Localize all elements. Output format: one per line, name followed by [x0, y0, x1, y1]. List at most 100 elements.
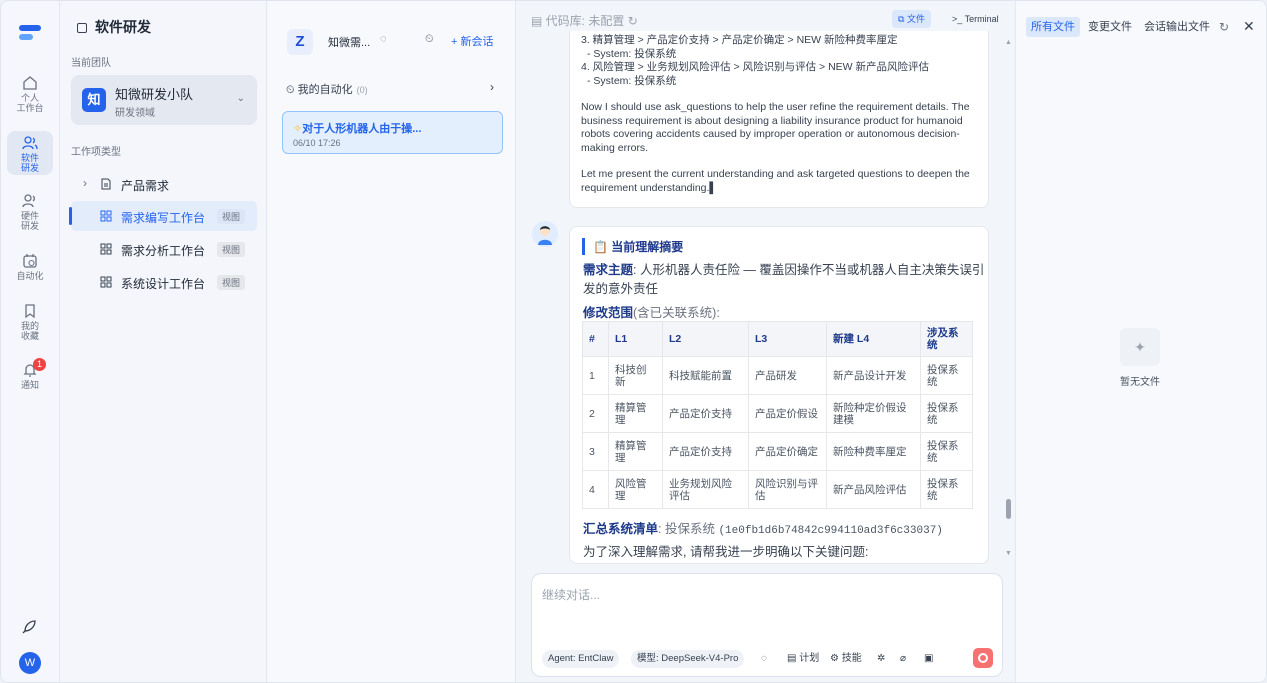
team-domain: 研发领域 — [115, 108, 155, 119]
chat-input[interactable] — [542, 586, 982, 604]
my-automation-link[interactable]: ⏲ 我的自动化 (0) — [286, 81, 368, 97]
message-line: Let me present the current understanding… — [581, 168, 970, 194]
grid-icon — [100, 210, 112, 222]
table-cell: 产品定价确定 — [748, 432, 827, 471]
table-header-row: # L1 L2 L3 新建 L4 涉及系统 — [582, 321, 973, 357]
rail-notifications[interactable]: 1 通知 — [7, 358, 53, 402]
empty-state-label: 暂无文件 — [1120, 377, 1160, 388]
assistant-reasoning-message: 3. 精算管理 > 产品定价支持 > 产品定价确定 > NEW 新险种费率厘定 … — [569, 31, 989, 208]
rail-label: 硬件 — [20, 211, 39, 221]
table-cell: 产品定价假设 — [748, 394, 827, 433]
agent-name[interactable]: 知微需... — [328, 34, 370, 50]
team-name: 知微研发小队 — [115, 87, 194, 102]
team-logo: 知 — [82, 88, 106, 112]
calendar-clock-icon[interactable]: ⏲ — [425, 33, 434, 46]
puzzle-icon: ⚙ — [830, 653, 842, 664]
file-toggle-button[interactable]: ⧉ 文件 — [892, 10, 931, 28]
rail-label: 我的 — [20, 321, 39, 331]
session-card-active[interactable]: ✧对于人形机器人由于操... 06/10 17:26 — [282, 111, 503, 154]
user-avatar[interactable]: W — [19, 652, 41, 674]
workspace-panel: 软件研发 当前团队 知 知微研发小队 研发领域 ⌄ 工作项类型 › 产品需求 需… — [60, 1, 267, 682]
tree-item-label: 产品需求 — [121, 179, 170, 193]
tree-item-system-design[interactable]: 系统设计工作台 视图 — [71, 267, 257, 297]
table-cell: 1 — [582, 356, 609, 395]
rail-hardware-dev[interactable]: 硬件 研发 — [7, 189, 53, 233]
sidebar-toggle-icon[interactable] — [77, 23, 87, 33]
app-logo[interactable] — [19, 25, 41, 41]
team-selector[interactable]: 知 知微研发小队 研发领域 ⌄ — [71, 75, 257, 125]
view-tag: 视图 — [217, 209, 246, 224]
tree-icon: ⧉ — [898, 14, 907, 24]
scroll-up-arrow[interactable]: ▲ — [1005, 39, 1012, 46]
terminal-button[interactable]: >_ Terminal — [952, 14, 999, 24]
table-cell: 科技赋能前置 — [662, 356, 749, 395]
attach-icon[interactable]: ⌀ — [900, 650, 906, 668]
close-icon[interactable]: ✕ — [1243, 18, 1255, 35]
tree-item-label: 系统设计工作台 — [121, 277, 206, 291]
view-tag: 视图 — [217, 242, 246, 257]
table-header-cell: L3 — [748, 321, 827, 357]
chevron-right-icon[interactable]: › — [490, 80, 494, 94]
plan-button[interactable]: ▤ 计划 — [787, 650, 819, 668]
message-composer: Agent: EntClaw 模型: DeepSeek-V4-Pro ◌ ▤ 计… — [531, 573, 1003, 677]
loading-icon: ◌ — [380, 33, 387, 45]
users-icon — [22, 194, 35, 208]
requirement-table: # L1 L2 L3 新建 L4 涉及系统 1 科技创新 科技赋能前置 产品研发 新产品设计开发 投保… — [582, 321, 973, 509]
app-window: 个人 工作台 软件 研发 硬件 研发 自动化 我的 收藏 1 通知 W 软件研发… — [0, 0, 1267, 683]
message-line: 3. 精算管理 > 产品定价支持 > 产品定价确定 > NEW 新险种费率厘定 — [581, 34, 898, 46]
rail-label: 个人 — [20, 93, 39, 103]
model-chip[interactable]: 模型: DeepSeek-V4-Pro — [631, 650, 745, 668]
rail-favorites[interactable]: 我的 收藏 — [7, 299, 53, 343]
scroll-down-arrow[interactable]: ▼ — [1005, 550, 1012, 557]
rail-label: 通知 — [20, 380, 39, 390]
tab-changed-files[interactable]: 变更文件 — [1088, 17, 1132, 37]
table-cell: 新产品风险评估 — [826, 470, 921, 509]
chevron-right-icon: › — [83, 176, 87, 190]
table-cell: 科技创新 — [608, 356, 663, 395]
tree-item-label: 需求分析工作台 — [121, 244, 206, 258]
session-time: 06/10 17:26 — [293, 138, 341, 148]
rail-label: 软件 — [20, 153, 39, 163]
clipboard-icon: ▤ — [787, 653, 800, 664]
table-header-cell: 涉及系统 — [920, 321, 973, 357]
assistant-avatar — [532, 221, 558, 247]
tree-item-label: 需求编写工作台 — [121, 211, 206, 225]
loading-icon: ◌ — [761, 653, 767, 664]
chat-toolbar: ▤ 代码库: 未配置 ↻ ⧉ 文件 >_ Terminal — [517, 1, 1015, 33]
files-panel: 所有文件 变更文件 会话输出文件 ↻ ✕ ✦ 暂无文件 — [1015, 1, 1266, 682]
tree-item-requirement-analysis[interactable]: 需求分析工作台 视图 — [71, 234, 257, 264]
repo-status[interactable]: ▤ 代码库: 未配置 ↻ — [531, 12, 638, 29]
bug-icon[interactable]: ✲ — [877, 650, 885, 668]
table-row: 1 科技创新 科技赋能前置 产品研发 新产品设计开发 投保系统 — [582, 356, 973, 395]
clipboard-icon: 📋 — [593, 240, 612, 254]
new-session-button[interactable]: + 新会话 — [451, 33, 493, 49]
rail-automation[interactable]: 自动化 — [7, 249, 53, 293]
rocket-icon[interactable] — [20, 618, 38, 636]
table-cell: 投保系统 — [920, 356, 973, 395]
tree-item-requirement-writing[interactable]: 需求编写工作台 视图 — [69, 201, 257, 231]
text-cursor: ▌ — [709, 181, 717, 194]
tree-item-product-requirement[interactable]: › 产品需求 — [71, 169, 257, 199]
assistant-summary-message: 📋 当前理解摘要 需求主题: 人形机器人责任险 — 覆盖因操作不当或机器人自主决… — [569, 226, 989, 564]
calendar-clock-icon — [23, 254, 37, 268]
question-intro: 为了深入理解需求, 请帮我进一步明确以下关键问题: — [583, 545, 869, 559]
table-cell: 3 — [582, 432, 609, 471]
table-cell: 新险种定价假设建模 — [826, 394, 921, 433]
send-button[interactable] — [973, 648, 993, 668]
message-line: - System: 投保系统 — [587, 47, 677, 60]
tab-session-output-files[interactable]: 会话输出文件 — [1144, 17, 1210, 37]
scrollbar-thumb[interactable] — [1006, 499, 1011, 519]
rail-software-dev[interactable]: 软件 研发 — [7, 131, 53, 175]
image-icon[interactable]: ▣ — [924, 650, 933, 668]
calendar-clock-icon: ⏲ — [286, 84, 298, 96]
table-cell: 2 — [582, 394, 609, 433]
rail-personal-workbench[interactable]: 个人 工作台 — [7, 71, 53, 115]
skill-button[interactable]: ⚙ 技能 — [830, 650, 862, 668]
table-row: 3 精算管理 产品定价支持 产品定价确定 新险种费率厘定 投保系统 — [582, 432, 973, 471]
agent-chip[interactable]: Agent: EntClaw — [542, 650, 620, 668]
users-icon — [22, 136, 38, 150]
refresh-icon[interactable]: ↻ — [1219, 20, 1229, 34]
tab-all-files[interactable]: 所有文件 — [1026, 17, 1080, 37]
rail-label: 自动化 — [16, 271, 44, 281]
sparkle-icon: ✧ — [293, 123, 303, 135]
